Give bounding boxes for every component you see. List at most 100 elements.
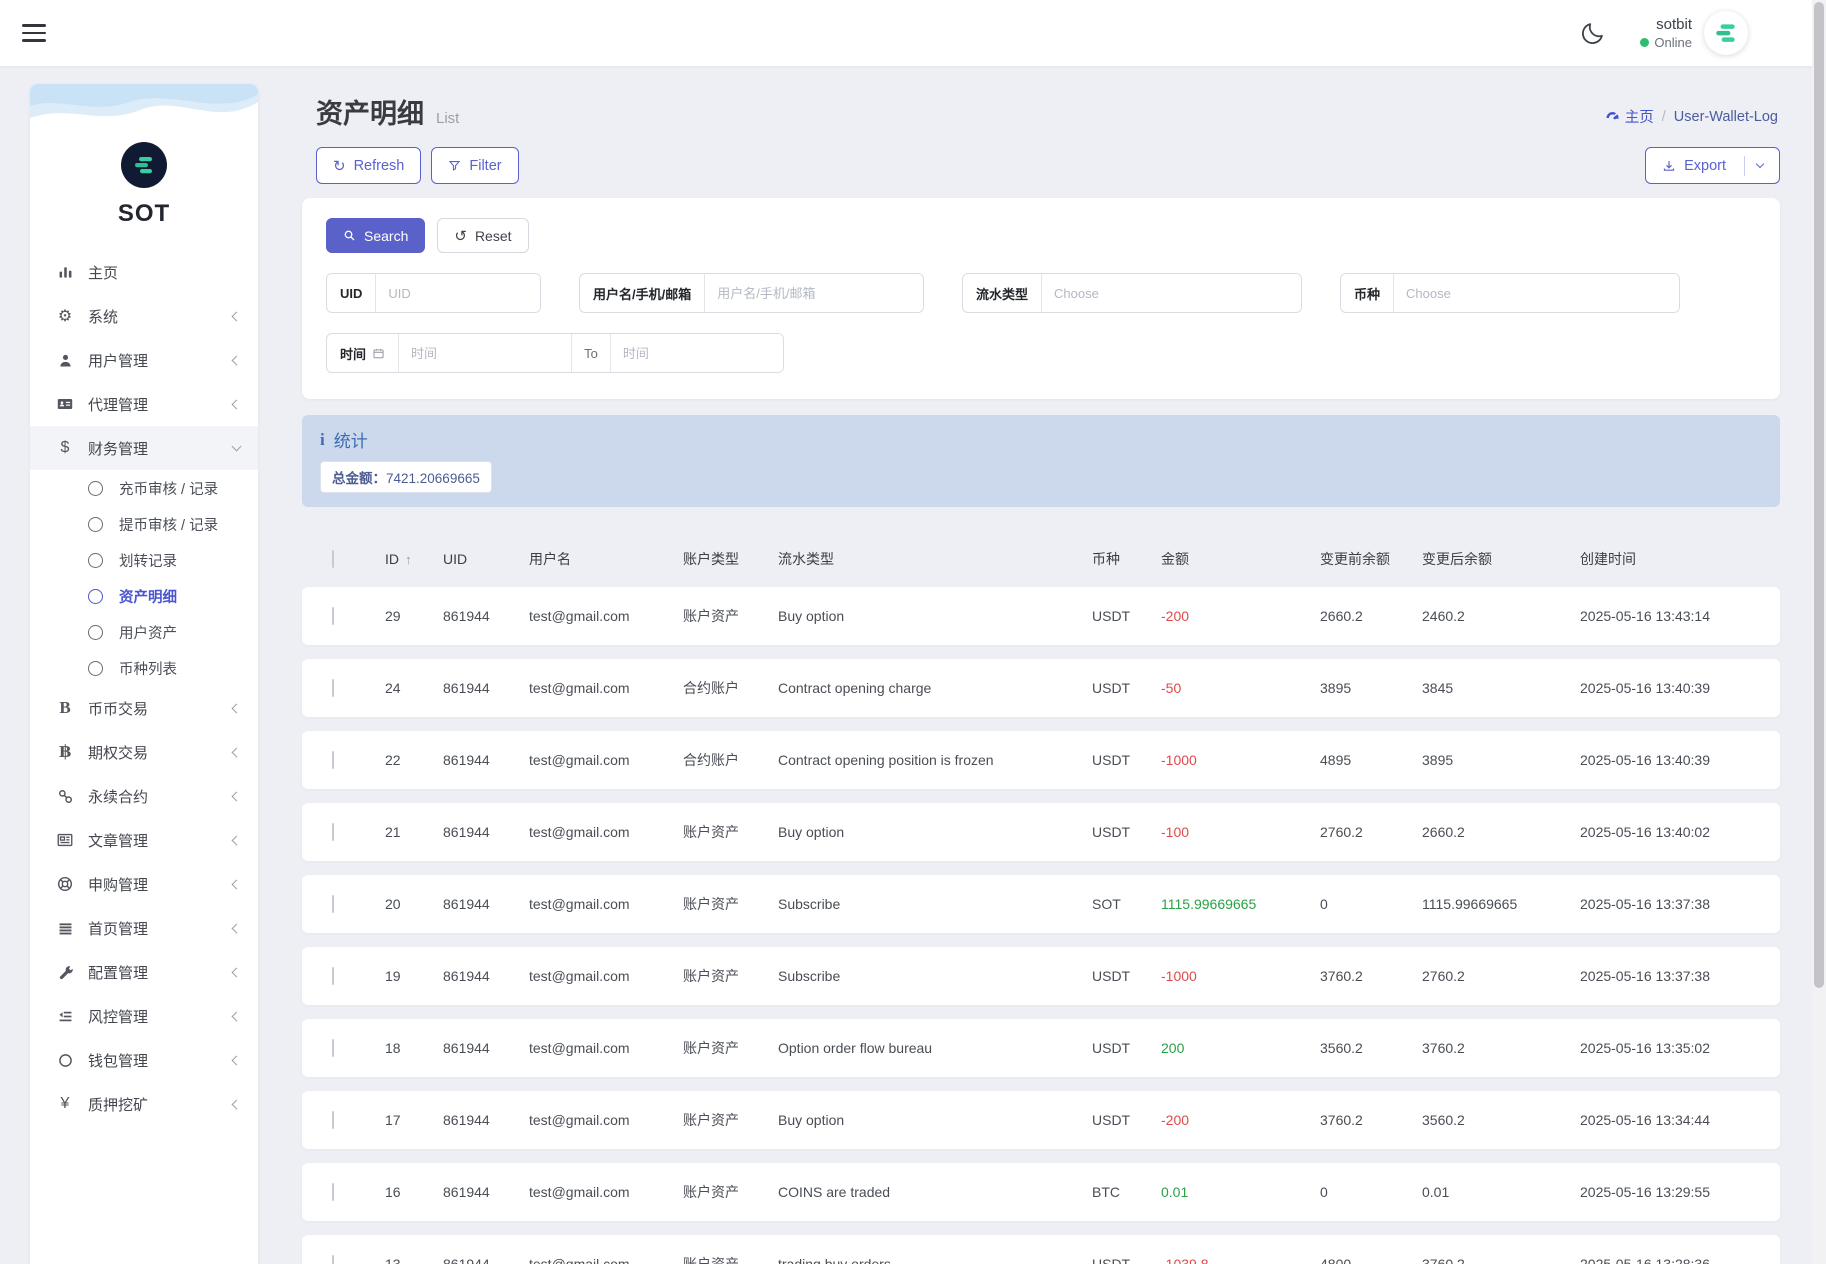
row-checkbox[interactable] (332, 1039, 334, 1057)
row-checkbox[interactable] (332, 895, 334, 913)
reset-button[interactable]: ↺ Reset (437, 218, 529, 253)
coin-select[interactable] (1394, 274, 1679, 312)
time-from-input[interactable] (399, 334, 572, 372)
sidebar-item-staking-mining[interactable]: ¥ 质押挖矿 (30, 1082, 258, 1126)
avatar[interactable] (1704, 11, 1748, 55)
sidebar-subitem-user-assets[interactable]: 用户资产 (30, 614, 258, 650)
table-row[interactable]: 24 861944 test@gmail.com 合约账户 Contract o… (302, 659, 1780, 717)
cell-amount: -1000 (1161, 752, 1197, 768)
cell-username: test@gmail.com (529, 1184, 630, 1200)
sidebar-item-spot-trade[interactable]: B 币币交易 (30, 686, 258, 730)
stacked-lines-icon (55, 918, 75, 938)
cell-balance-before: 0 (1320, 1184, 1328, 1200)
table-row[interactable]: 16 861944 test@gmail.com 账户资产 COINS are … (302, 1163, 1780, 1221)
sidebar-item-system[interactable]: ⚙ 系统 (30, 294, 258, 338)
refresh-button[interactable]: ↻ Refresh (316, 147, 422, 184)
sidebar-item-wallet-management[interactable]: 钱包管理 (30, 1038, 258, 1082)
search-button[interactable]: Search (326, 218, 426, 253)
cell-created-at: 2025-05-16 13:35:02 (1580, 1040, 1710, 1056)
cell-username: test@gmail.com (529, 1112, 630, 1128)
row-checkbox[interactable] (332, 1255, 334, 1264)
sidebar-item-risk-management[interactable]: 风控管理 (30, 994, 258, 1038)
cell-uid: 861944 (443, 1040, 490, 1056)
table-row[interactable]: 18 861944 test@gmail.com 账户资产 Option ord… (302, 1019, 1780, 1077)
cell-uid: 861944 (443, 824, 490, 840)
sidebar-item-option-trade[interactable]: ฿ 期权交易 (30, 730, 258, 774)
sidebar-item-article-management[interactable]: 文章管理 (30, 818, 258, 862)
row-checkbox[interactable] (332, 1183, 334, 1201)
user-name: sotbit (1656, 16, 1692, 33)
chevron-left-icon (231, 399, 242, 409)
table-row[interactable]: 13 861944 test@gmail.com 账户资产 trading bu… (302, 1235, 1780, 1264)
sidebar-subitem-withdraw-review[interactable]: 提币审核 / 记录 (30, 506, 258, 542)
cell-balance-after: 3760.2 (1422, 1040, 1465, 1056)
sort-ascending-icon[interactable]: ↑ (405, 552, 412, 567)
table-row[interactable]: 17 861944 test@gmail.com 账户资产 Buy option… (302, 1091, 1780, 1149)
sidebar-subitem-deposit-review[interactable]: 充币审核 / 记录 (30, 470, 258, 506)
cell-account-type: 账户资产 (683, 1040, 739, 1056)
radio-circle-icon (88, 516, 103, 532)
cell-balance-after: 3895 (1422, 752, 1454, 768)
cell-account-type: 账户资产 (683, 1256, 739, 1264)
hamburger-menu-icon[interactable] (22, 24, 46, 42)
cell-created-at: 2025-05-16 13:29:55 (1580, 1184, 1710, 1200)
sidebar-subitem-coin-list[interactable]: 币种列表 (30, 650, 258, 686)
export-dropdown-caret[interactable] (1744, 155, 1765, 176)
cell-balance-before: 0 (1320, 896, 1328, 912)
row-checkbox[interactable] (332, 607, 334, 625)
row-checkbox[interactable] (332, 967, 334, 985)
cell-account-type: 合约账户 (683, 752, 739, 768)
uid-input[interactable] (376, 274, 540, 312)
column-header-id[interactable]: ID ↑ (385, 551, 443, 567)
sidebar-item-config-management[interactable]: 配置管理 (30, 950, 258, 994)
sidebar-subitem-transfer-records[interactable]: 划转记录 (30, 542, 258, 578)
row-checkbox[interactable] (332, 823, 334, 841)
sidebar-item-agent-management[interactable]: 代理管理 (30, 382, 258, 426)
table-row[interactable]: 19 861944 test@gmail.com 账户资产 Subscribe … (302, 947, 1780, 1005)
page-title: 资产明细 (316, 99, 424, 129)
cell-id: 29 (385, 608, 401, 624)
time-to-input[interactable] (610, 334, 783, 372)
cell-balance-before: 2760.2 (1320, 824, 1363, 840)
sidebar-item-perpetual-contract[interactable]: 永续合约 (30, 774, 258, 818)
table-row[interactable]: 29 861944 test@gmail.com 账户资产 Buy option… (302, 587, 1780, 645)
wrench-icon (55, 962, 75, 982)
column-header-username: 用户名 (529, 551, 571, 567)
table-row[interactable]: 20 861944 test@gmail.com 账户资产 Subscribe … (302, 875, 1780, 933)
sidebar-item-homepage-management[interactable]: 首页管理 (30, 906, 258, 950)
flow-type-select[interactable] (1042, 274, 1301, 312)
cell-balance-before: 4800 (1320, 1256, 1352, 1264)
sidebar-item-subscription-management[interactable]: 申购管理 (30, 862, 258, 906)
breadcrumb-current[interactable]: User-Wallet-Log (1674, 109, 1778, 125)
cell-id: 19 (385, 968, 401, 984)
cell-balance-after: 2760.2 (1422, 968, 1465, 984)
coin-field-group: 币种 (1340, 273, 1680, 313)
user-input[interactable] (705, 274, 923, 312)
sidebar-item-finance-management[interactable]: $ 财务管理 (30, 426, 258, 470)
vertical-scrollbar[interactable] (1812, 0, 1826, 1264)
sidebar-subitem-asset-details[interactable]: 资产明细 (30, 578, 258, 614)
scrollbar-thumb[interactable] (1814, 2, 1824, 988)
table-row[interactable]: 21 861944 test@gmail.com 账户资产 Buy option… (302, 803, 1780, 861)
select-all-checkbox[interactable] (332, 550, 334, 568)
user-menu[interactable]: sotbit Online (1640, 11, 1748, 55)
cell-uid: 861944 (443, 896, 490, 912)
row-checkbox[interactable] (332, 751, 334, 769)
export-button[interactable]: Export (1645, 147, 1780, 184)
cell-flow-type: Subscribe (778, 896, 841, 912)
column-header-coin: 币种 (1092, 551, 1120, 567)
circle-icon (55, 1050, 75, 1070)
dollar-icon: $ (60, 439, 70, 456)
breadcrumb-home-link[interactable]: 主页 (1605, 106, 1654, 127)
sidebar-item-home[interactable]: 主页 (30, 250, 258, 294)
sidebar-item-user-management[interactable]: 用户管理 (30, 338, 258, 382)
row-checkbox[interactable] (332, 1111, 334, 1129)
row-checkbox[interactable] (332, 679, 334, 697)
dashboard-gauge-icon (1606, 112, 1619, 120)
filter-button[interactable]: Filter (431, 147, 519, 184)
table-row[interactable]: 22 861944 test@gmail.com 合约账户 Contract o… (302, 731, 1780, 789)
chevron-left-icon (231, 311, 242, 321)
cell-coin: USDT (1092, 680, 1131, 696)
cell-created-at: 2025-05-16 13:28:36 (1580, 1256, 1710, 1264)
dark-mode-moon-icon[interactable] (1580, 20, 1606, 46)
